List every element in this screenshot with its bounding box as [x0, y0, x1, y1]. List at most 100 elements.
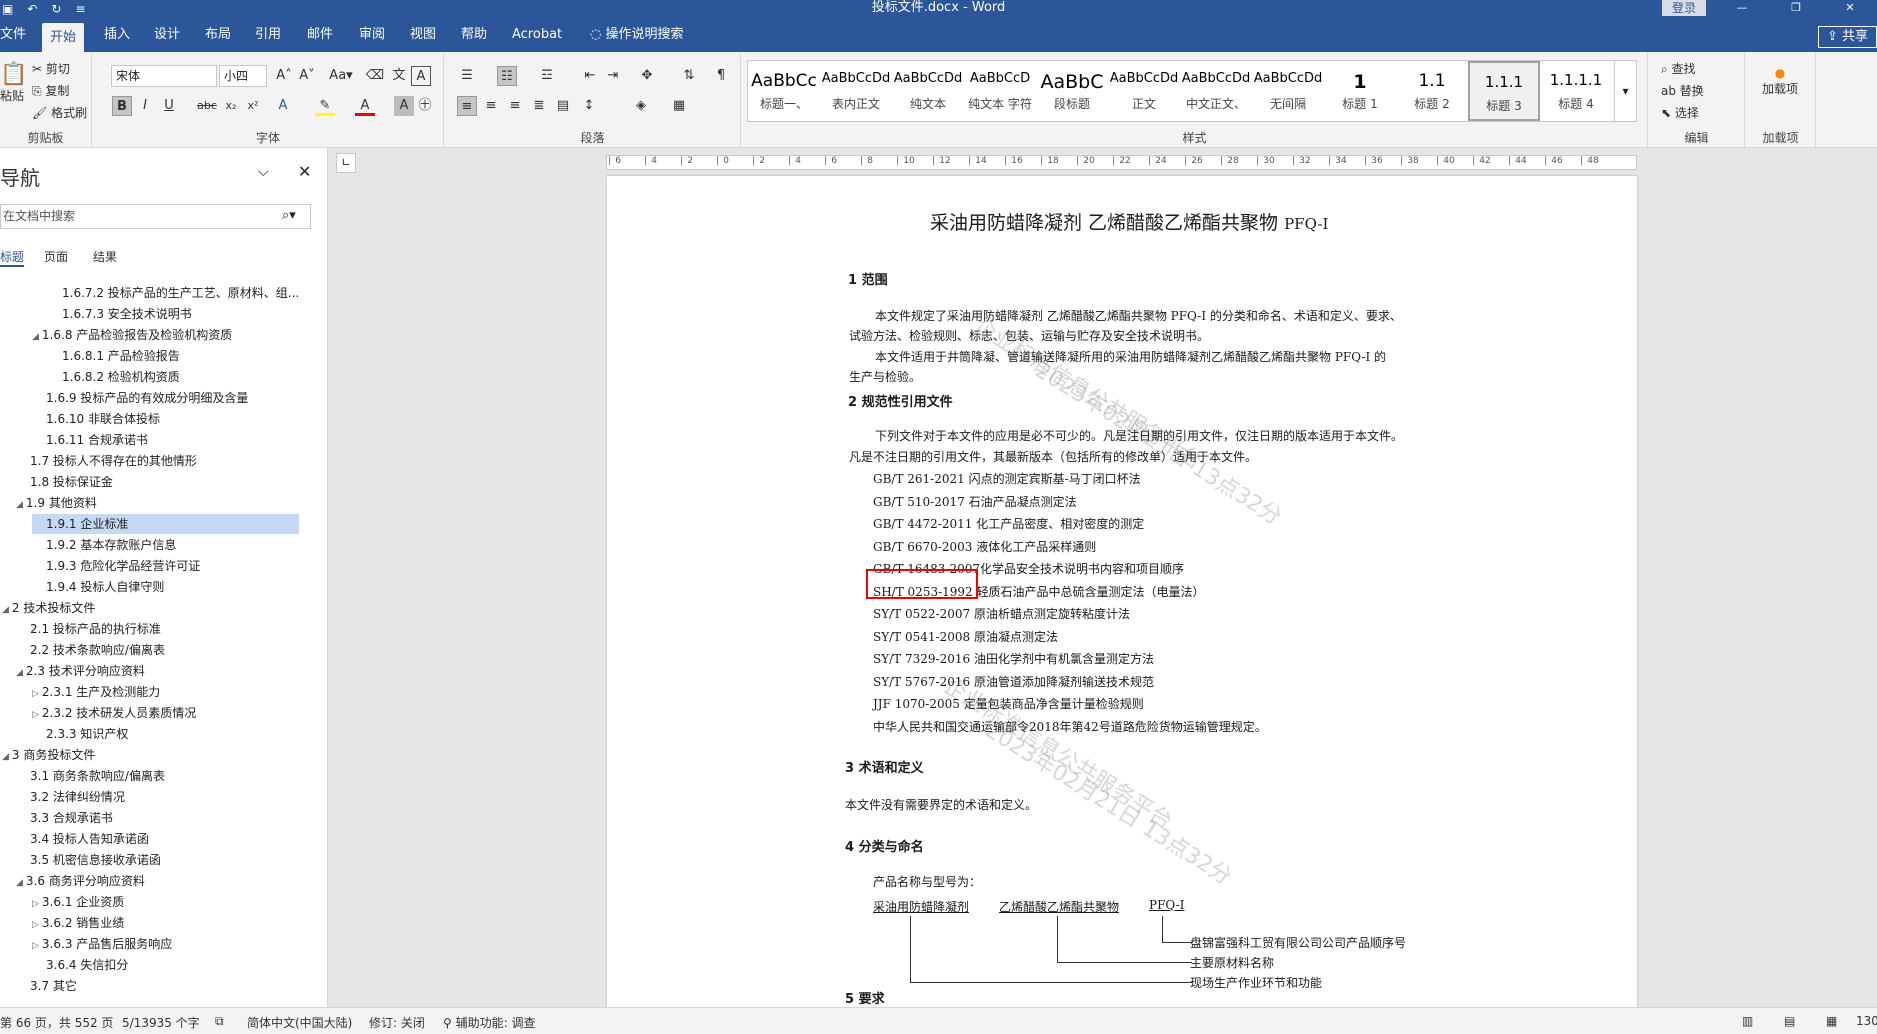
tab-layout[interactable]: 布局	[197, 17, 239, 52]
tab-references[interactable]: 引用	[247, 17, 289, 52]
nav-heading-item[interactable]: ◢ 1.6.8 产品检验报告及检验机构资质	[32, 325, 232, 345]
style-normal[interactable]: AaBbCcDd 正文	[1108, 61, 1180, 121]
print-layout-icon[interactable]: ▤	[1784, 1014, 1795, 1028]
tab-help[interactable]: 帮助	[453, 17, 495, 52]
tab-review[interactable]: 审阅	[351, 17, 393, 52]
tab-file[interactable]: 文件	[0, 17, 34, 52]
shading-icon[interactable]: ◈	[631, 96, 651, 116]
shrink-font-icon[interactable]: A˅	[297, 66, 317, 86]
find-button[interactable]: ⌕ 查找	[1661, 60, 1696, 77]
char-shading-icon[interactable]: A	[394, 96, 414, 116]
nav-heading-item[interactable]: 1.6.7.2 投标产品的生产工艺、原材料、组...	[48, 283, 299, 303]
underline-icon[interactable]: U	[159, 96, 179, 116]
close-window-icon[interactable]: ✕	[1823, 0, 1877, 15]
style-heading-one[interactable]: AaBbCc 标题一、	[748, 61, 820, 121]
tab-design[interactable]: 设计	[146, 17, 188, 52]
bullets-icon[interactable]: ☰	[457, 66, 477, 86]
select-button[interactable]: ⬉ 选择	[1661, 104, 1699, 121]
nav-search-input[interactable]: 在文档中搜索	[0, 204, 311, 229]
style-heading-4[interactable]: 1.1.1.1 标题 4	[1540, 61, 1612, 121]
collapse-icon[interactable]: ◢	[16, 878, 23, 888]
align-left-icon[interactable]: ≡	[457, 96, 477, 116]
nav-heading-item[interactable]: ▷ 2.3.1 生产及检测能力	[32, 682, 160, 702]
style-chinese-body[interactable]: AaBbCcDd 中文正文、	[1180, 61, 1252, 121]
close-icon[interactable]: ✕	[298, 162, 311, 181]
nav-heading-item[interactable]: 1.6.11 合规承诺书	[32, 430, 148, 450]
nav-heading-item[interactable]: 1.9.4 投标人自律守则	[32, 577, 164, 597]
style-plain-text[interactable]: AaBbCcDd 纯文本	[892, 61, 964, 121]
style-heading-3[interactable]: 1.1.1 标题 3	[1468, 61, 1540, 121]
distributed-icon[interactable]: ▤	[553, 96, 573, 116]
share-button[interactable]: ⇪ 共享	[1817, 26, 1877, 48]
proofing-icon[interactable]: ⧉	[215, 1014, 224, 1029]
tab-headings[interactable]: 标题	[0, 248, 25, 267]
search-icon[interactable]: ⌕▾	[282, 208, 296, 223]
nav-heading-item[interactable]: ▷ 3.6.3 产品售后服务响应	[32, 934, 172, 954]
nav-heading-item[interactable]: 3.5 机密信息接收承诺函	[16, 850, 161, 870]
expand-icon[interactable]: ▷	[32, 941, 39, 951]
bold-icon[interactable]: B	[112, 96, 132, 116]
chinese-layout-icon[interactable]: ✥	[637, 66, 657, 86]
collapse-icon[interactable]: ◢	[2, 605, 9, 615]
nav-heading-item[interactable]: ◢ 1.9 其他资料	[16, 493, 97, 513]
increase-indent-icon[interactable]: ⇥	[603, 66, 623, 86]
style-table-text[interactable]: AaBbCcDd 表内正文	[820, 61, 892, 121]
nav-heading-item[interactable]: 2.1 投标产品的执行标准	[16, 619, 161, 639]
tab-pages[interactable]: 页面	[44, 248, 68, 265]
subscript-icon[interactable]: x₂	[221, 96, 241, 116]
char-border-icon[interactable]: A	[411, 66, 431, 86]
collapse-icon[interactable]: ◢	[16, 500, 23, 510]
minimize-icon[interactable]: —	[1715, 0, 1769, 15]
format-painter-button[interactable]: 🖌 格式刷	[32, 104, 87, 121]
paste-button[interactable]: 📋 粘贴	[0, 62, 27, 104]
nav-heading-item[interactable]: 3.2 法律纠纷情况	[16, 787, 125, 807]
tab-home[interactable]: 开始	[42, 23, 85, 52]
nav-heading-item[interactable]: 1.6.10 非联合体投标	[32, 409, 160, 429]
superscript-icon[interactable]: x²	[243, 96, 263, 116]
style-heading-2[interactable]: 1.1 标题 2	[1396, 61, 1468, 121]
style-section-title[interactable]: AaBbC 段标题	[1036, 61, 1108, 121]
tab-results[interactable]: 结果	[93, 248, 117, 265]
ribbon-display-icon[interactable]: ▭	[1661, 0, 1715, 15]
nav-heading-item[interactable]: 3.6.4 失信扣分	[32, 955, 128, 975]
style-plain-text-char[interactable]: AaBbCcD 纯文本 字符	[964, 61, 1036, 121]
collapse-icon[interactable]: ◢	[32, 332, 39, 342]
multilevel-list-icon[interactable]: ☲	[537, 66, 557, 86]
nav-heading-item[interactable]: ▷ 3.6.1 企业资质	[32, 892, 124, 912]
nav-heading-item[interactable]: 1.6.7.3 安全技术说明书	[48, 304, 192, 324]
word-count[interactable]: 5/13935 个字	[122, 1014, 200, 1031]
nav-heading-item[interactable]: 3.3 合规承诺书	[16, 808, 113, 828]
restore-icon[interactable]: ❐	[1769, 0, 1823, 15]
expand-icon[interactable]: ▷	[32, 689, 39, 699]
document-page[interactable]: 企业标准信息公共服务平台 2023年02月21日 13点32分 企业标准信息公共…	[607, 176, 1637, 1007]
font-size-combo[interactable]: 小四	[219, 65, 267, 87]
italic-icon[interactable]: I	[135, 96, 155, 116]
nav-heading-item[interactable]: 1.6.8.2 检验机构资质	[48, 367, 180, 387]
nav-options-icon[interactable]: ⌵	[258, 164, 269, 180]
track-changes-status[interactable]: 修订: 关闭	[369, 1014, 425, 1031]
line-spacing-icon[interactable]: ↕	[579, 96, 599, 116]
web-layout-icon[interactable]: ▦	[1826, 1014, 1837, 1028]
style-no-spacing[interactable]: AaBbCcDd 无间隔	[1252, 61, 1324, 121]
nav-heading-item[interactable]: 1.6.8.1 产品检验报告	[48, 346, 180, 366]
numbering-icon[interactable]: ☷	[497, 66, 517, 86]
phonetic-guide-icon[interactable]: 文	[389, 66, 409, 86]
nav-heading-item[interactable]: 1.9.3 危险化学品经营许可证	[32, 556, 200, 576]
nav-heading-item[interactable]: 2.3.3 知识产权	[32, 724, 128, 744]
styles-more-icon[interactable]: ▾	[1614, 61, 1636, 121]
style-heading-1[interactable]: 1 标题 1	[1324, 61, 1396, 121]
show-marks-icon[interactable]: ¶	[711, 66, 731, 86]
nav-heading-item[interactable]: ▷ 2.3.2 技术研发人员素质情况	[32, 703, 196, 723]
tell-me-search[interactable]: ◌ 操作说明搜索	[582, 17, 692, 52]
justify-icon[interactable]: ≣	[529, 96, 549, 116]
nav-heading-item[interactable]: 3.4 投标人告知承诺函	[16, 829, 149, 849]
borders-icon[interactable]: ▦	[669, 96, 689, 116]
read-mode-icon[interactable]: ▥	[1742, 1014, 1753, 1028]
highlight-icon[interactable]: ✎	[315, 96, 335, 116]
nav-heading-item[interactable]: 1.8 投标保证金	[16, 472, 113, 492]
align-center-icon[interactable]: ≡	[481, 96, 501, 116]
tab-selector-icon[interactable]: ∟	[336, 153, 356, 173]
nav-heading-item[interactable]: ◢ 2.3 技术评分响应资料	[16, 661, 145, 681]
enclose-char-icon[interactable]: ㊉	[415, 96, 435, 116]
page-count[interactable]: 第 66 页，共 552 页	[0, 1014, 113, 1031]
